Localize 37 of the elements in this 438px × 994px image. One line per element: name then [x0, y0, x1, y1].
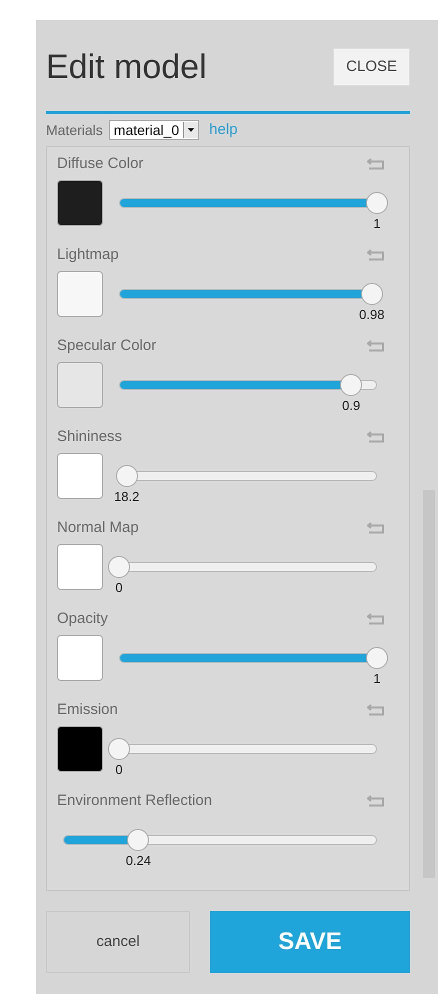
property-label: Shininess [57, 427, 122, 447]
slider-value: 0.24 [126, 852, 152, 870]
reset-icon[interactable] [367, 431, 385, 444]
reset-icon[interactable] [367, 158, 385, 170]
reset-icon[interactable] [367, 613, 385, 626]
property-label: Specular Color [57, 336, 156, 356]
slider-value: 1 [373, 214, 381, 232]
property-label: Environment Reflection [57, 791, 212, 811]
property-label: Normal Map [57, 518, 139, 538]
slider-value: 0 [115, 760, 123, 778]
panel-title: Edit model [46, 50, 207, 84]
property-label: Opacity [57, 609, 108, 629]
color-swatch[interactable] [57, 452, 103, 498]
close-button[interactable]: CLOSE [333, 48, 410, 86]
reset-icon[interactable] [367, 249, 385, 262]
color-swatch[interactable] [57, 362, 103, 408]
reset-icon[interactable] [367, 522, 385, 534]
caret-icon [183, 122, 198, 138]
color-swatch[interactable] [57, 726, 103, 772]
color-swatch[interactable] [57, 544, 103, 590]
cancel-button[interactable]: cancel [46, 911, 190, 973]
slider-value: 0.98 [359, 306, 384, 324]
property-label: Emission [57, 700, 118, 720]
slider-value: 1 [373, 670, 381, 688]
reset-icon[interactable] [367, 340, 385, 352]
color-swatch[interactable] [57, 270, 103, 316]
materials-label: Materials [46, 120, 103, 140]
slider-value: 0.9 [342, 396, 360, 414]
reset-icon[interactable] [367, 795, 385, 808]
property-label: Lightmap [57, 245, 119, 265]
reset-icon[interactable] [367, 704, 385, 716]
slider-value: 18.2 [114, 488, 140, 506]
color-swatch[interactable] [57, 634, 103, 680]
slider-value: 0 [115, 578, 123, 596]
color-swatch[interactable] [57, 180, 103, 226]
property-label: Diffuse Color [57, 154, 144, 174]
materials-dropdown[interactable]: material_0 [108, 120, 200, 140]
